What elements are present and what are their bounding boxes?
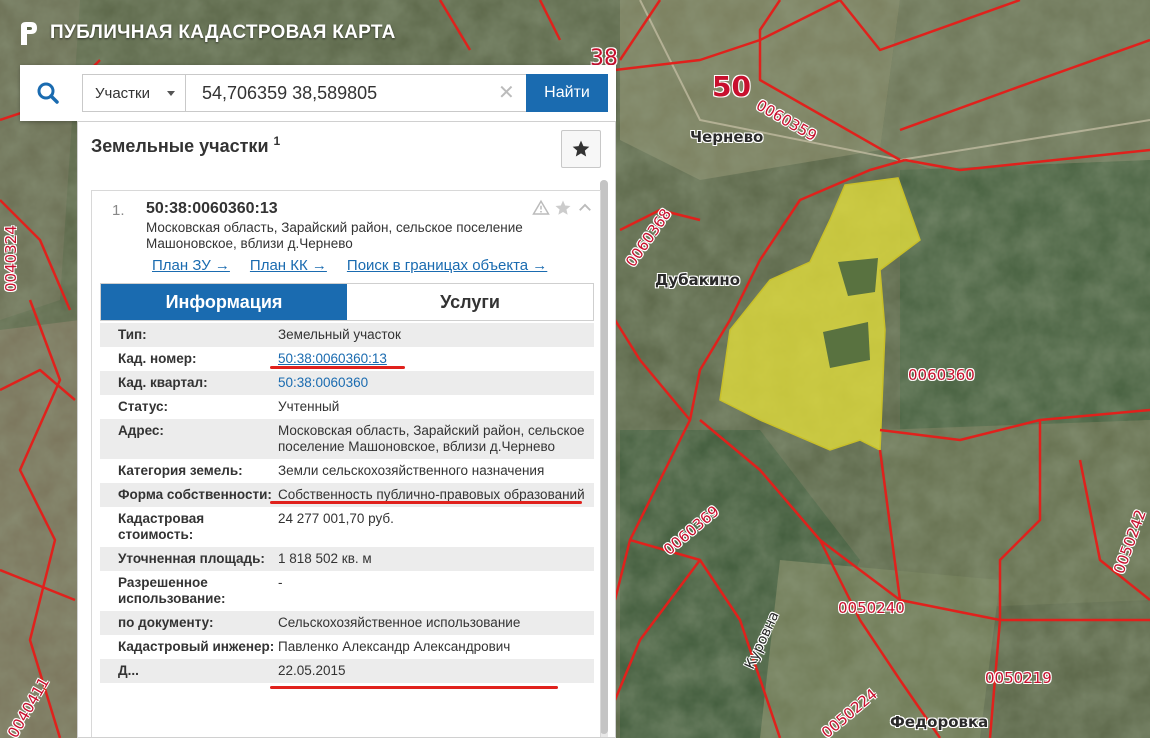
- search-in-bounds-link[interactable]: Поиск в границах объекта →: [347, 257, 547, 274]
- search-bar: Участки ✕ Найти: [20, 65, 616, 121]
- parcel-label: 0050219: [985, 669, 1052, 687]
- warning-icon[interactable]: [532, 199, 550, 217]
- clear-icon[interactable]: ✕: [498, 83, 515, 103]
- info-label: Категория земель:: [118, 463, 243, 478]
- plan-zu-link[interactable]: План ЗУ →: [152, 257, 230, 274]
- info-value: 22.05.2015: [278, 663, 346, 678]
- info-value: Сельскохозяйственное использование: [278, 615, 521, 630]
- search-type-label: Участки: [95, 84, 150, 102]
- result-card: 1. 50:38:0060360:13 Московская область, …: [91, 190, 601, 737]
- village-label: Чернево: [690, 128, 764, 146]
- cad-quarter-link[interactable]: 50:38:0060360: [278, 375, 594, 391]
- chevron-down-icon: [167, 91, 175, 96]
- search-type-dropdown[interactable]: Участки: [82, 74, 186, 112]
- info-label: Разрешенное использование:: [118, 575, 226, 606]
- favorites-button[interactable]: [561, 130, 601, 168]
- info-label: Форма собственности:: [118, 487, 272, 502]
- info-row-cadastral-value: Кадастровая стоимость: 24 277 001,70 руб…: [100, 507, 594, 547]
- info-row-cad-quarter: Кад. квартал: 50:38:0060360: [100, 371, 594, 395]
- village-label: Дубакино: [655, 271, 741, 289]
- info-row-status: Статус: Учтенный: [100, 395, 594, 419]
- panel-title-text: Земельные участки: [91, 136, 269, 156]
- info-label: Адрес:: [118, 423, 164, 438]
- info-label: Тип:: [118, 327, 147, 342]
- info-value: Земельный участок: [278, 327, 401, 342]
- panel-title: Земельные участки 1: [91, 134, 280, 157]
- annotation-underline: [270, 686, 558, 689]
- info-label: Уточненная площадь:: [118, 551, 265, 566]
- info-row-type: Тип: Земельный участок: [100, 323, 594, 347]
- star-icon: [572, 140, 590, 157]
- card-actions: [532, 199, 594, 217]
- find-button[interactable]: Найти: [526, 74, 608, 112]
- info-row-by-document: по документу: Сельскохозяйственное испол…: [100, 611, 594, 635]
- cadastral-number-title: 50:38:0060360:13: [146, 200, 278, 217]
- info-label: по документу:: [118, 615, 214, 630]
- parcel-label: 0060360: [908, 366, 975, 384]
- info-label: Кад. номер:: [118, 351, 197, 366]
- app-title-text: ПУБЛИЧНАЯ КАДАСТРОВАЯ КАРТА: [50, 22, 396, 43]
- info-value: Земли сельскохозяйственного назначения: [278, 463, 545, 478]
- info-value: Московская область, Зарайский район, сел…: [278, 423, 585, 454]
- plan-kk-link[interactable]: План КК →: [250, 257, 327, 274]
- region-label: 50: [712, 70, 751, 103]
- parcel-label: 0040324: [2, 225, 20, 292]
- result-index: 1.: [112, 202, 125, 219]
- info-label: Статус:: [118, 399, 168, 414]
- search-toggle-button[interactable]: [20, 65, 76, 121]
- info-label: Кад. квартал:: [118, 375, 208, 390]
- results-panel: Земельные участки 1 1. 50:38:0060360:13 …: [77, 121, 616, 738]
- results-count: 1: [273, 134, 281, 148]
- info-value: 24 277 001,70 руб.: [278, 511, 394, 526]
- result-address: Московская область, Зарайский район, сел…: [146, 220, 523, 251]
- scrollbar-thumb[interactable]: [600, 180, 608, 734]
- annotation-underline: [270, 366, 405, 369]
- parcel-label: 0050240: [838, 599, 905, 617]
- info-label: Д...: [118, 663, 139, 678]
- info-row-land-category: Категория земель: Земли сельскохозяйстве…: [100, 459, 594, 483]
- info-label: Кадастровая стоимость:: [118, 511, 205, 542]
- info-row-engineer: Кадастровый инженер: Павленко Александр …: [100, 635, 594, 659]
- info-value: 1 818 502 кв. м: [278, 551, 372, 566]
- info-row-area: Уточненная площадь: 1 818 502 кв. м: [100, 547, 594, 571]
- info-label: Кадастровый инженер:: [118, 639, 275, 654]
- app-title: ПУБЛИЧНАЯ КАДАСТРОВАЯ КАРТА: [18, 20, 396, 46]
- info-value: Учтенный: [278, 399, 340, 414]
- panel-scrollbar[interactable]: [600, 180, 608, 737]
- rosreestr-logo-icon: [21, 22, 37, 45]
- chevron-up-icon[interactable]: [576, 199, 594, 217]
- info-value: -: [278, 575, 283, 590]
- cad-number-link[interactable]: 50:38:0060360:13: [278, 351, 594, 367]
- star-icon[interactable]: [554, 199, 572, 217]
- result-tabs: Информация Услуги: [100, 283, 594, 321]
- info-value: Павленко Александр Александрович: [278, 639, 511, 654]
- search-icon: [37, 82, 59, 104]
- info-row-permitted-use: Разрешенное использование: -: [100, 571, 594, 611]
- info-row-date: Д... 22.05.2015: [100, 659, 594, 683]
- tab-information[interactable]: Информация: [101, 284, 347, 320]
- info-row-address: Адрес: Московская область, Зарайский рай…: [100, 419, 594, 459]
- result-links: План ЗУ → План КК → Поиск в границах объ…: [152, 257, 547, 274]
- search-input[interactable]: [186, 74, 528, 112]
- village-label: Федоровка: [890, 713, 989, 731]
- tab-services[interactable]: Услуги: [347, 284, 593, 320]
- annotation-underline: [270, 501, 582, 504]
